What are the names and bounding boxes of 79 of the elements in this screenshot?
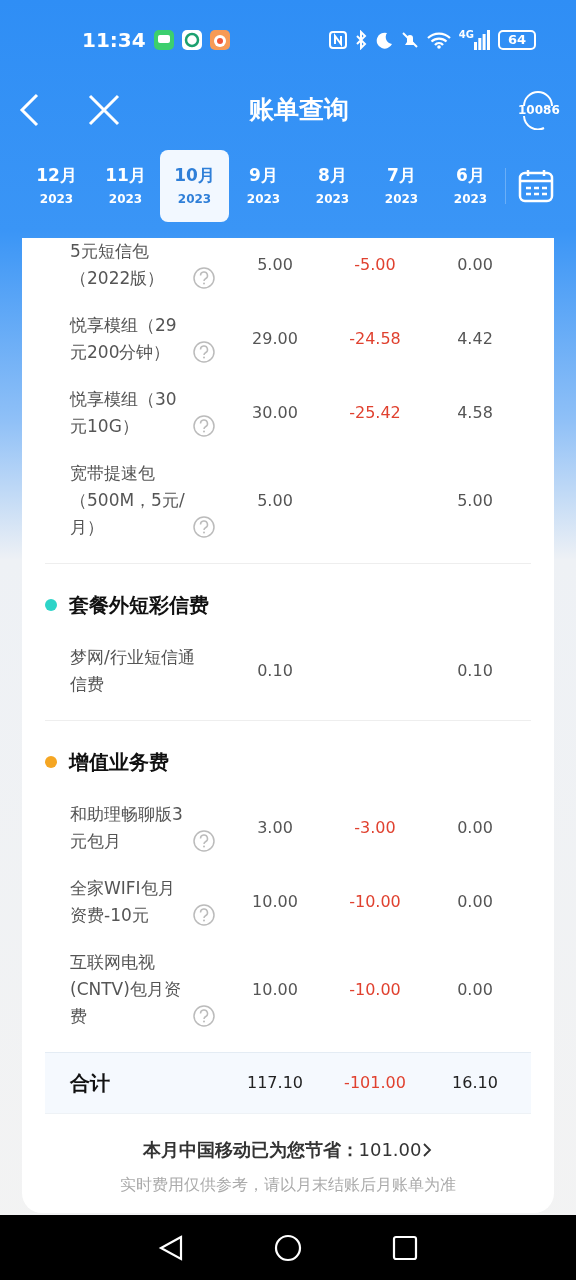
section-title: 套餐外短彩信费 (69, 592, 209, 619)
total-discount: -101.00 (343, 1072, 407, 1094)
help-icon[interactable] (193, 1005, 215, 1027)
nav-home-button[interactable] (274, 1233, 302, 1262)
month-tab[interactable]: 11月 2023 (91, 150, 160, 222)
due-text: 0.00 (456, 891, 494, 913)
month-tab[interactable]: 10月 2023 (160, 150, 229, 222)
due-text: 0.00 (456, 254, 494, 276)
discount-text: -10.00 (348, 891, 402, 913)
discount-text: -25.42 (348, 402, 402, 424)
help-icon[interactable] (193, 415, 215, 437)
item-name: 互联网电视(CNTV)包月资费 (70, 951, 182, 1028)
amount-text: 10.00 (251, 891, 299, 913)
nfc-icon (328, 31, 347, 49)
due-text: 0.10 (456, 660, 494, 682)
status-time: 11:34 (82, 27, 146, 54)
amount-text: 5.00 (256, 254, 294, 276)
calendar-button[interactable] (517, 168, 554, 204)
due-text: 4.42 (456, 328, 494, 350)
bluetooth-icon (354, 30, 367, 50)
discount-text: -3.00 (353, 817, 397, 839)
item-name: 悦享模组（29元200分钟） (70, 314, 178, 364)
amount-text: 0.10 (256, 660, 294, 682)
month-tab[interactable]: 6月 2023 (436, 150, 505, 222)
nav-recents-button[interactable] (392, 1234, 418, 1261)
month-tab[interactable]: 9月 2023 (229, 150, 298, 222)
help-icon[interactable] (193, 830, 215, 852)
total-due: 16.10 (451, 1072, 499, 1094)
section-title: 增值业务费 (69, 749, 169, 776)
amount-text: 29.00 (251, 328, 299, 350)
amount-text: 5.00 (256, 489, 294, 512)
bell-off-icon (400, 31, 419, 49)
total-amount: 117.10 (246, 1072, 304, 1094)
close-button[interactable] (88, 94, 120, 126)
due-text: 4.58 (456, 402, 494, 424)
disclaimer-text: 实时费用仅供参考，请以月末结账后月账单为准 (119, 1174, 457, 1196)
moon-icon (374, 31, 393, 49)
discount-text: -10.00 (348, 978, 402, 1001)
triangle-back-icon (158, 1233, 184, 1262)
due-text: 5.00 (456, 489, 494, 512)
total-label: 合计 (69, 1069, 111, 1097)
help-icon[interactable] (193, 341, 215, 363)
app-icon (181, 30, 202, 50)
item-name: 全家WIFI包月资费-10元 (70, 877, 176, 927)
network-label: 4G (458, 30, 474, 40)
calendar-icon (517, 168, 554, 204)
month-tab[interactable]: 8月 2023 (298, 150, 367, 222)
chevron-right-icon (421, 1141, 434, 1158)
savings-link[interactable]: 本月中国移动已为您节省：101.00 (142, 1136, 434, 1163)
due-text: 0.00 (456, 978, 494, 1001)
customer-service-button[interactable]: 10086 (518, 90, 558, 130)
circle-home-icon (274, 1233, 302, 1262)
wifi-icon (426, 31, 451, 49)
help-icon[interactable] (193, 516, 215, 538)
item-name: 和助理畅聊版3元包月 (70, 803, 184, 853)
help-icon[interactable] (193, 904, 215, 926)
item-name: 宽带提速包（500M，5元/月） (70, 462, 186, 539)
month-tab[interactable]: 12月 2023 (22, 150, 91, 222)
amount-text: 10.00 (251, 978, 299, 1001)
page-title: 账单查询 (248, 94, 350, 127)
message-app-icon (153, 30, 174, 50)
signal-icon (474, 30, 490, 50)
discount-text: -24.58 (348, 328, 402, 350)
item-name: 5元短信包（2022版） (70, 240, 166, 290)
clock-app-icon (209, 30, 230, 50)
square-recents-icon (392, 1234, 418, 1261)
item-name: 悦享模组（30元10G） (70, 388, 178, 438)
discount-text: -5.00 (353, 254, 397, 276)
amount-text: 3.00 (256, 817, 294, 839)
nav-back-button[interactable] (158, 1233, 184, 1262)
close-icon (88, 94, 120, 126)
help-icon[interactable] (193, 267, 215, 289)
amount-text: 30.00 (251, 402, 299, 424)
back-icon (18, 93, 40, 127)
due-text: 0.00 (456, 817, 494, 839)
battery-indicator: 64 (498, 30, 536, 50)
item-name: 梦网/行业短信通信费 (70, 646, 196, 696)
back-button[interactable] (18, 93, 40, 127)
month-tab[interactable]: 7月 2023 (367, 150, 436, 222)
